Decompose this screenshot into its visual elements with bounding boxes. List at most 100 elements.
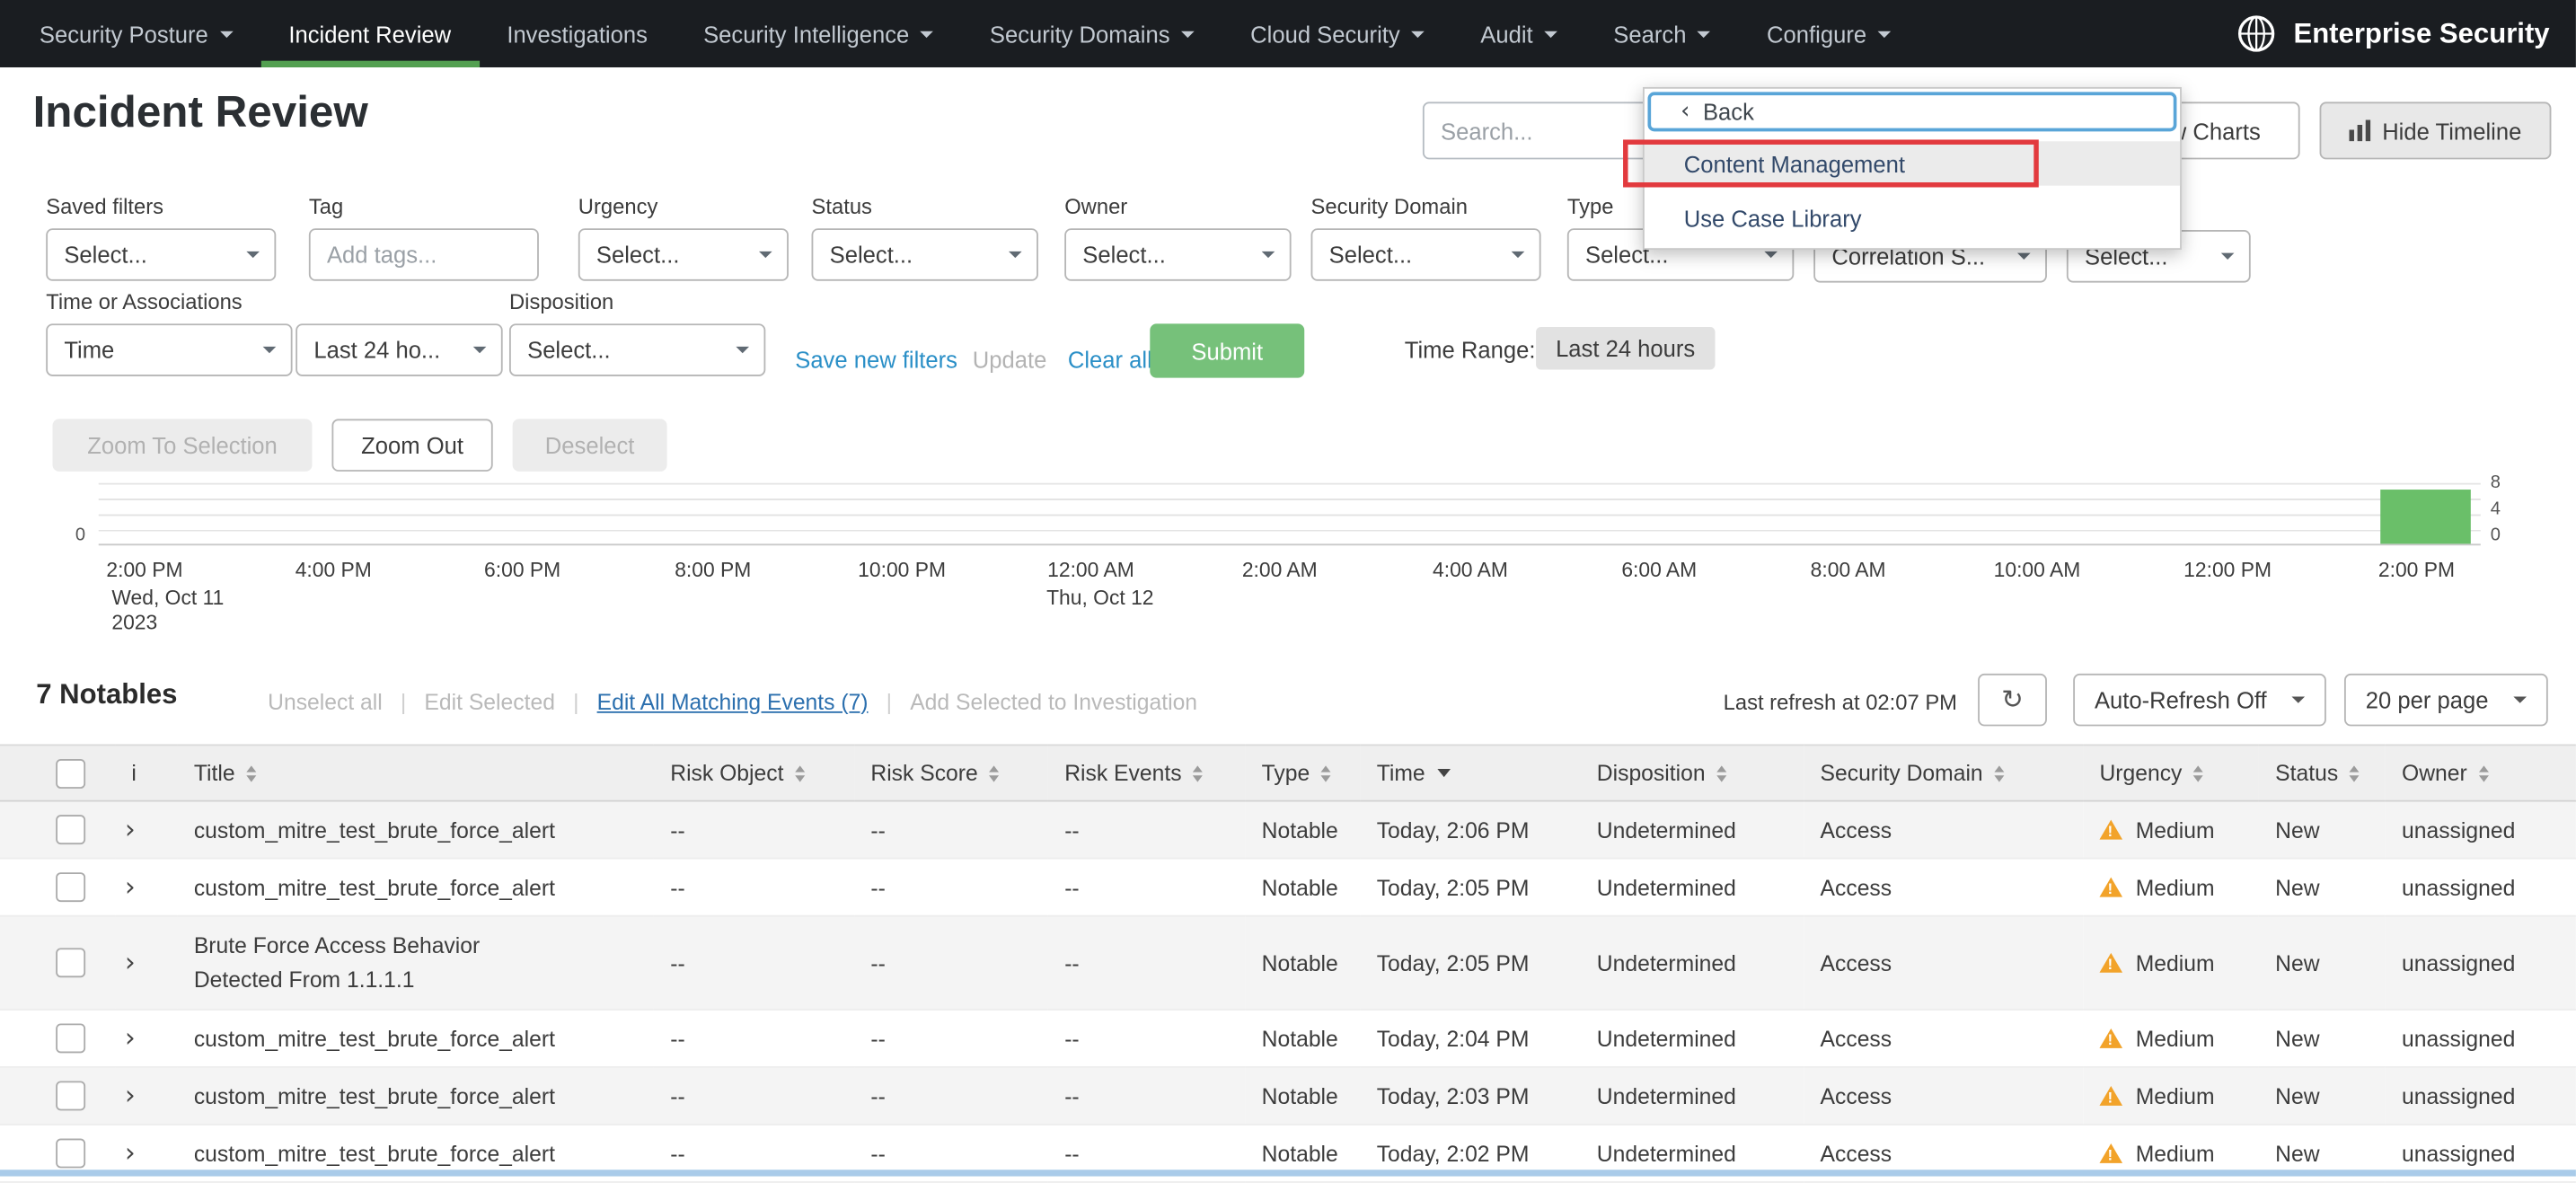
horizontal-scrollbar[interactable] <box>0 1170 2576 1177</box>
nav-item-security-domains[interactable]: Security Domains <box>962 0 1222 67</box>
time-value: Today, 2:05 PM <box>1376 950 1530 976</box>
select-value: Select... <box>1082 241 1166 269</box>
security-domain-value: Access <box>1820 1026 1892 1051</box>
tag-input[interactable] <box>308 228 539 281</box>
table-row[interactable]: › custom_mitre_test_brute_force_alert --… <box>0 1009 2576 1068</box>
menu-back-item[interactable]: ‹ Back <box>1647 92 2177 132</box>
row-checkbox[interactable] <box>56 815 86 845</box>
chevron-down-icon <box>1261 251 1275 259</box>
nav-item-incident-review[interactable]: Incident Review <box>260 0 479 67</box>
refresh-icon: ↻ <box>2001 683 2024 715</box>
type-value: Notable <box>1261 950 1338 976</box>
chevron-down-icon <box>472 346 487 354</box>
edit-selected-link: Edit Selected <box>424 690 555 715</box>
y-axis-right-label: 4 <box>2490 499 2501 519</box>
sort-icon <box>1193 764 1204 781</box>
chevron-down-icon <box>1544 30 1558 38</box>
row-checkbox[interactable] <box>56 872 86 903</box>
column-header-disposition[interactable]: Disposition <box>1580 744 1804 802</box>
risk-object-value: -- <box>670 1083 685 1108</box>
risk-score-value: -- <box>870 817 886 843</box>
sort-icon <box>2349 764 2360 781</box>
urgency-value: Medium <box>2135 1026 2215 1051</box>
column-header-risk-object[interactable]: Risk Object <box>653 744 855 802</box>
expand-chevron-icon[interactable]: › <box>125 1080 136 1111</box>
filter-tag: Tag <box>308 193 539 281</box>
expand-chevron-icon[interactable]: › <box>125 813 136 844</box>
column-header-security-domain[interactable]: Security Domain <box>1804 744 2084 802</box>
filter-label: Tag <box>308 193 344 219</box>
sort-icon <box>1321 764 1332 781</box>
chevron-down-icon <box>2017 252 2031 260</box>
column-header-type[interactable]: Type <box>1245 744 1361 802</box>
row-checkbox[interactable] <box>56 1138 86 1169</box>
x-tick-label: 8:00 PM <box>675 558 752 582</box>
time-range-value[interactable]: Last 24 hours <box>1536 326 1716 370</box>
notables-table: i Title Risk Object Risk Score Risk Even… <box>0 744 2576 1183</box>
submit-button[interactable]: Submit <box>1150 323 1305 378</box>
nav-item-cloud-security[interactable]: Cloud Security <box>1222 0 1452 67</box>
x-tick-label: 12:00 AM <box>1047 558 1134 582</box>
column-header-title[interactable]: Title <box>177 744 654 802</box>
sort-desc-icon <box>1436 768 1451 778</box>
enterprise-security-brand[interactable]: Enterprise Security <box>2235 0 2576 67</box>
edit-all-matching-events-link[interactable]: Edit All Matching Events (7) <box>597 690 869 714</box>
nav-item-search[interactable]: Search <box>1585 0 1739 67</box>
expand-chevron-icon[interactable]: › <box>125 1022 136 1054</box>
nav-item-configure[interactable]: Configure <box>1739 0 1919 67</box>
nav-item-audit[interactable]: Audit <box>1452 0 1585 67</box>
expand-chevron-icon[interactable]: › <box>125 1137 136 1169</box>
status-select[interactable]: Select... <box>811 228 1038 281</box>
sort-icon <box>1716 764 1727 781</box>
column-header-owner[interactable]: Owner <box>2385 744 2576 802</box>
disposition-select[interactable]: Select... <box>508 323 766 376</box>
nav-item-security-posture[interactable]: Security Posture <box>12 0 260 67</box>
risk-object-value: -- <box>670 817 685 843</box>
menu-item-use-case-library[interactable]: Use Case Library <box>1645 196 2180 240</box>
expand-chevron-icon[interactable]: › <box>125 947 136 978</box>
table-row[interactable]: › custom_mitre_test_brute_force_alert --… <box>0 800 2576 860</box>
hide-timeline-button[interactable]: Hide Timeline <box>2319 102 2552 160</box>
table-row[interactable]: › Brute Force Access Behavior Detected F… <box>0 915 2576 1011</box>
row-checkbox[interactable] <box>56 1081 86 1111</box>
time-value: Today, 2:03 PM <box>1376 1083 1530 1108</box>
expand-chevron-icon[interactable]: › <box>125 870 136 902</box>
nav-item-security-intelligence[interactable]: Security Intelligence <box>675 0 962 67</box>
clear-all-link[interactable]: Clear all <box>1068 347 1152 373</box>
column-header-risk-score[interactable]: Risk Score <box>854 744 1048 802</box>
saved-filters-select[interactable]: Select... <box>46 228 277 281</box>
zoom-out-button[interactable]: Zoom Out <box>331 419 493 472</box>
timeline-chart-area[interactable] <box>98 482 2481 546</box>
nav-item-investigations[interactable]: Investigations <box>479 0 675 67</box>
chevron-down-icon <box>921 30 934 38</box>
per-page-button[interactable]: 20 per page <box>2343 673 2548 727</box>
auto-refresh-button[interactable]: Auto-Refresh Off <box>2073 673 2326 727</box>
security-domain-select[interactable]: Select... <box>1310 228 1541 281</box>
table-row[interactable]: › custom_mitre_test_brute_force_alert --… <box>0 858 2576 917</box>
column-header-time[interactable]: Time <box>1360 744 1581 802</box>
owner-select[interactable]: Select... <box>1064 228 1292 281</box>
filter-label: Saved filters <box>46 193 164 219</box>
time-window-select[interactable]: Last 24 ho... <box>296 323 503 376</box>
x-tick-label: 10:00 PM <box>858 558 947 582</box>
menu-item-content-management[interactable]: Content Management <box>1644 141 2181 186</box>
refresh-button[interactable]: ↻ <box>1978 673 2047 727</box>
column-header-urgency[interactable]: Urgency <box>2083 744 2259 802</box>
risk-events-value: -- <box>1064 874 1080 900</box>
urgency-select[interactable]: Select... <box>578 228 789 281</box>
filter-security-domain: Security Domain Select... <box>1310 194 1541 281</box>
chevron-down-icon <box>2513 696 2527 703</box>
table-row[interactable]: › custom_mitre_test_brute_force_alert --… <box>0 1066 2576 1126</box>
time-association-select[interactable]: Time <box>46 323 293 376</box>
column-header-risk-events[interactable]: Risk Events <box>1047 744 1246 802</box>
row-checkbox[interactable] <box>56 1023 86 1054</box>
x-axis-date-label: Thu, Oct 12 <box>1046 586 1154 610</box>
risk-object-value: -- <box>670 1141 685 1166</box>
row-checkbox[interactable] <box>56 948 86 978</box>
select-value: Select... <box>64 241 147 269</box>
notable-title: custom_mitre_test_brute_force_alert <box>193 1026 555 1051</box>
save-new-filters-link[interactable]: Save new filters <box>795 347 957 373</box>
notables-count-heading: 7 Notables <box>36 678 178 711</box>
select-all-checkbox[interactable] <box>56 758 86 789</box>
column-header-status[interactable]: Status <box>2258 744 2386 802</box>
